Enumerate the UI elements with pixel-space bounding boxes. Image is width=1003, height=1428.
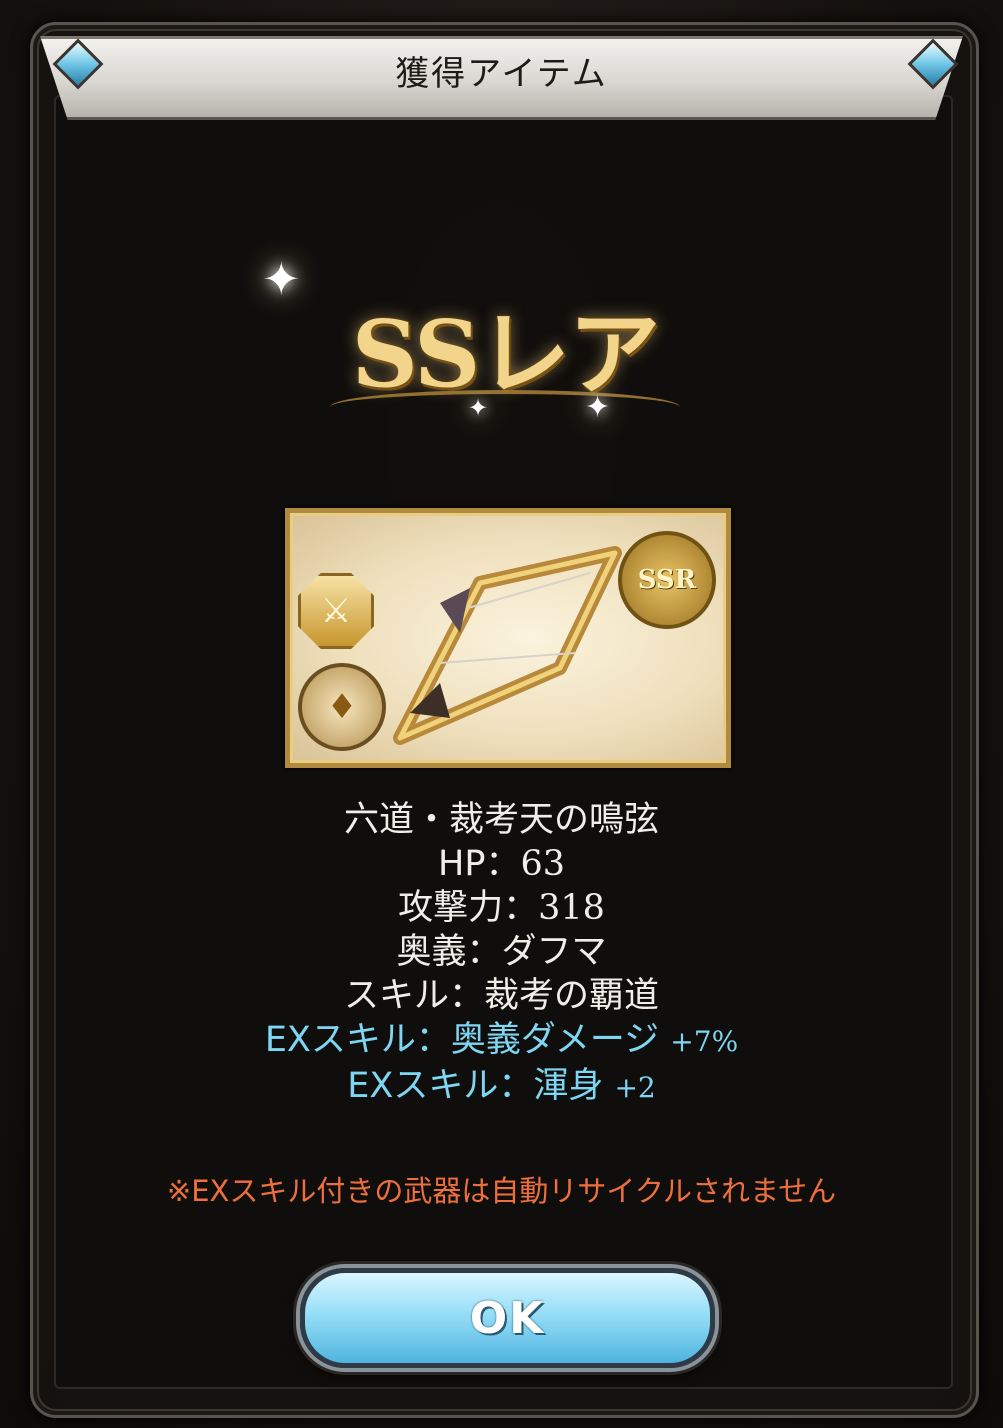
- sparkle-icon: ✦: [468, 394, 489, 422]
- ex-skill-1-label: EXスキル：奥義ダメージ: [264, 1020, 660, 1060]
- weapon-name: 六道・裁考天の鳴弦: [343, 800, 659, 840]
- hp-label: HP：: [438, 844, 521, 884]
- attack-stat: 攻撃力：318: [0, 886, 1003, 930]
- rarity-header: SSレア: [300, 270, 710, 440]
- ex-skill-2-label: EXスキル：渾身: [347, 1066, 604, 1106]
- ex-skill-2: EXスキル：渾身 +2: [0, 1064, 1003, 1110]
- sword-type-icon: ⚔: [298, 573, 374, 649]
- element-icon: ♦: [298, 663, 386, 751]
- attack-label: 攻撃力：: [398, 888, 539, 928]
- ok-button[interactable]: OK: [300, 1268, 715, 1368]
- skill-stat: スキル：裁考の覇道: [343, 976, 659, 1016]
- attack-value: 318: [538, 888, 605, 928]
- hp-stat: HP：63: [0, 842, 1003, 886]
- ornament-flourish: [330, 390, 680, 424]
- hp-value: 63: [520, 844, 565, 884]
- ex-skill-1: EXスキル：奥義ダメージ +7%: [0, 1018, 1003, 1064]
- ex-skill-2-value: +2: [614, 1071, 656, 1104]
- ougi-stat: 奥義：ダフマ: [396, 932, 607, 972]
- ok-label: OK: [469, 1292, 546, 1344]
- dialog-title: 獲得アイテム: [395, 54, 608, 94]
- weapon-card: ⚔ ♦ SSR: [285, 508, 731, 768]
- recycle-notice: ※EXスキル付きの武器は自動リサイクルされません: [166, 1174, 837, 1208]
- sparkle-icon: ✦: [585, 390, 611, 425]
- ssr-badge: SSR: [618, 531, 716, 629]
- ex-skill-1-value: +7%: [670, 1025, 739, 1058]
- sparkle-icon: ✦: [262, 252, 301, 306]
- weapon-stats: 六道・裁考天の鳴弦 HP：63 攻撃力：318 奥義：ダフマ スキル：裁考の覇道…: [0, 798, 1003, 1110]
